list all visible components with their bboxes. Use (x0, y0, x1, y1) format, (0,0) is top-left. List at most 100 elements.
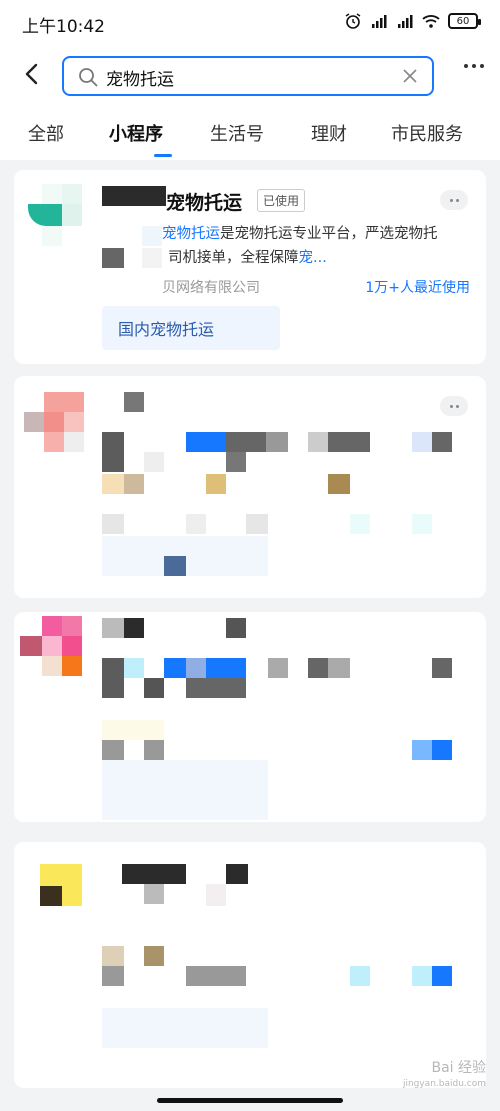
search-icon (79, 68, 98, 87)
redacted-block (350, 966, 370, 986)
app-logo (24, 392, 84, 452)
wifi-icon (422, 15, 440, 28)
redacted-block (246, 514, 268, 534)
redacted-block (266, 432, 288, 452)
redacted-block (432, 658, 452, 678)
result-card[interactable] (14, 612, 486, 822)
redacted-block (142, 248, 162, 268)
redacted-block (412, 740, 432, 760)
tab-citizen-services[interactable]: 市民服务 (391, 120, 463, 146)
result-card[interactable]: 宠物托运 已使用 宠物托运是宠物托运专业平台，严选宠物托 司机接单，全程保障宠.… (14, 170, 486, 364)
alarm-icon (345, 13, 361, 29)
redacted-block (102, 946, 124, 966)
home-indicator[interactable] (157, 1098, 343, 1103)
app-logo (28, 184, 90, 246)
redacted-block (102, 618, 124, 638)
tab-life-accounts[interactable]: 生活号 (210, 120, 264, 146)
redacted-block (102, 720, 164, 740)
redacted-block (144, 884, 164, 904)
status-icons: 60 (344, 12, 481, 30)
redacted-block (102, 966, 124, 986)
redacted-block (412, 966, 432, 986)
redacted-block (186, 432, 226, 452)
redacted-block (124, 474, 144, 494)
redacted-block (268, 658, 288, 678)
more-options-button[interactable] (464, 64, 484, 68)
chevron-left-icon (25, 63, 38, 85)
redacted-block (226, 864, 248, 884)
redacted-block (226, 452, 246, 472)
redacted-block (144, 740, 164, 760)
watermark-url: jingyan.baidu.com (402, 1079, 486, 1089)
tab-mini-programs[interactable]: 小程序 (109, 120, 163, 146)
service-tag-button[interactable] (102, 1008, 268, 1048)
redacted-block (308, 658, 328, 678)
redacted-block (164, 658, 186, 678)
desc-text: 司机接单，全程保障 (168, 250, 299, 266)
redacted-block (144, 452, 164, 472)
status-time: 上午10:42 (22, 17, 105, 37)
recent-users: 1万+人最近使用 (365, 280, 470, 296)
redacted-block (102, 658, 124, 698)
result-card[interactable] (14, 842, 486, 1088)
signal-icon-2 (398, 15, 413, 28)
card-more-button[interactable] (440, 190, 468, 210)
redacted-block (412, 432, 432, 452)
redacted-block (124, 618, 144, 638)
redacted-block (144, 946, 164, 966)
company-name: 贝网络有限公司 (162, 280, 260, 296)
tab-all[interactable]: 全部 (28, 120, 64, 146)
signal-icon (372, 15, 387, 28)
redacted-block (350, 514, 370, 534)
redacted-block (206, 884, 226, 906)
service-tag-button[interactable] (102, 760, 268, 820)
redacted-block (412, 514, 432, 534)
search-input[interactable] (106, 64, 386, 90)
search-header (0, 46, 500, 102)
redacted-block (124, 392, 144, 412)
redacted-block (206, 474, 226, 494)
app-logo (20, 616, 84, 678)
app-description: 宠物托运是宠物托运专业平台，严选宠物托 司机接单，全程保障宠... (162, 222, 462, 270)
redacted-block (432, 966, 452, 986)
redacted-block (328, 432, 370, 452)
redacted-block (102, 514, 124, 534)
desc-highlight: 宠物托运 (162, 226, 220, 242)
desc-text: 是宠物托运专业平台，严选宠物托 (220, 226, 438, 242)
redacted-block (186, 658, 206, 678)
tab-finance[interactable]: 理财 (311, 120, 347, 146)
redacted-block (432, 432, 452, 452)
clear-icon[interactable] (402, 68, 418, 84)
watermark-brand: Bai 经验 (431, 1060, 486, 1076)
redacted-block (308, 432, 328, 452)
redacted-block (144, 678, 164, 698)
battery-icon: 60 (448, 13, 481, 29)
category-tabs: 全部 小程序 生活号 理财 市民服务 (0, 102, 500, 160)
redacted-block (206, 658, 246, 678)
search-box[interactable] (62, 56, 434, 96)
redacted-block (186, 678, 246, 698)
redacted-block (432, 740, 452, 760)
redacted-block (102, 186, 166, 206)
redacted-block (102, 474, 124, 494)
redacted-block (164, 556, 186, 576)
redacted-block (124, 658, 144, 678)
used-badge: 已使用 (257, 189, 306, 212)
redacted-block (102, 740, 124, 760)
status-bar: 上午10:42 60 (0, 0, 500, 46)
redacted-block (102, 432, 124, 472)
redacted-block (328, 658, 350, 678)
watermark: Bai 经验 jingyan.baidu.com (403, 1060, 486, 1092)
service-tag-button[interactable]: 国内宠物托运 (102, 306, 280, 350)
active-tab-indicator (154, 154, 172, 157)
redacted-block (328, 474, 350, 494)
desc-highlight: 宠... (298, 250, 327, 266)
app-logo (40, 864, 82, 906)
redacted-block (226, 618, 246, 638)
back-button[interactable] (14, 56, 50, 92)
redacted-block (122, 864, 186, 884)
app-title[interactable]: 宠物托运 (166, 188, 242, 215)
card-more-button[interactable] (440, 396, 468, 416)
result-card[interactable] (14, 376, 486, 598)
redacted-block (102, 248, 124, 268)
